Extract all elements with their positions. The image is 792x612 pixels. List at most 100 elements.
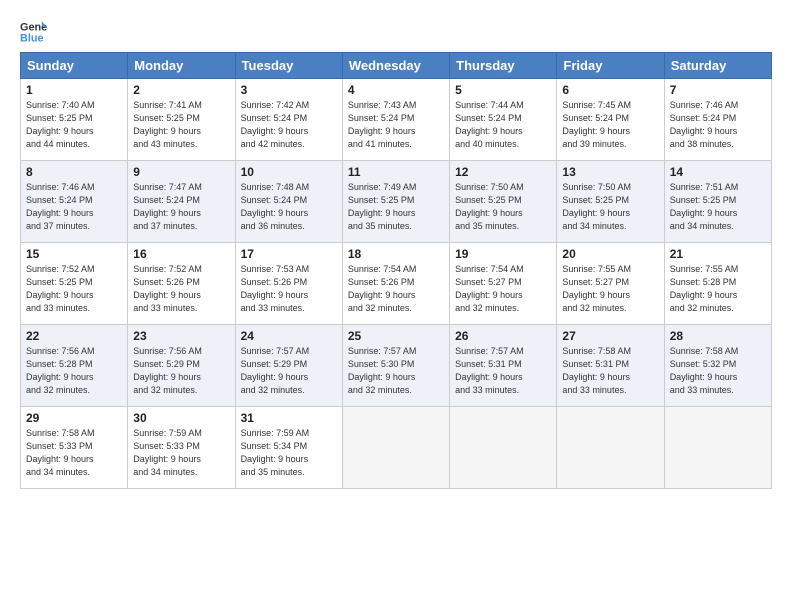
- day-number: 3: [241, 83, 337, 97]
- day-info: Sunrise: 7:59 AMSunset: 5:34 PMDaylight:…: [241, 427, 337, 479]
- weekday-header-friday: Friday: [557, 53, 664, 79]
- calendar-cell: 27 Sunrise: 7:58 AMSunset: 5:31 PMDayligh…: [557, 325, 664, 407]
- calendar-week-row: 22 Sunrise: 7:56 AMSunset: 5:28 PMDayligh…: [21, 325, 772, 407]
- calendar-cell: 28Sunrise: 7:58 AMSunset: 5:32 PMDayligh…: [664, 325, 771, 407]
- calendar-table: SundayMondayTuesdayWednesdayThursdayFrid…: [20, 52, 772, 489]
- calendar-cell: 25 Sunrise: 7:57 AMSunset: 5:30 PMDayligh…: [342, 325, 449, 407]
- day-number: 20: [562, 247, 658, 261]
- day-number: 13: [562, 165, 658, 179]
- calendar-cell: 7Sunrise: 7:46 AMSunset: 5:24 PMDaylight…: [664, 79, 771, 161]
- calendar-cell: 15 Sunrise: 7:52 AMSunset: 5:25 PMDayligh…: [21, 243, 128, 325]
- day-number: 8: [26, 165, 122, 179]
- day-number: 23: [133, 329, 229, 343]
- calendar-cell: [450, 407, 557, 489]
- logo: General Blue: [20, 18, 48, 46]
- day-number: 26: [455, 329, 551, 343]
- day-info: Sunrise: 7:57 AMSunset: 5:31 PMDaylight:…: [455, 345, 551, 397]
- calendar-week-row: 15 Sunrise: 7:52 AMSunset: 5:25 PMDayligh…: [21, 243, 772, 325]
- weekday-header-monday: Monday: [128, 53, 235, 79]
- day-number: 1: [26, 83, 122, 97]
- day-number: 12: [455, 165, 551, 179]
- calendar-cell: 1 Sunrise: 7:40 AMSunset: 5:25 PMDaylight…: [21, 79, 128, 161]
- logo-icon: General Blue: [20, 18, 48, 46]
- day-info: Sunrise: 7:55 AMSunset: 5:28 PMDaylight:…: [670, 263, 766, 315]
- calendar-cell: 13 Sunrise: 7:50 AMSunset: 5:25 PMDayligh…: [557, 161, 664, 243]
- weekday-header-row: SundayMondayTuesdayWednesdayThursdayFrid…: [21, 53, 772, 79]
- calendar-cell: 29 Sunrise: 7:58 AMSunset: 5:33 PMDayligh…: [21, 407, 128, 489]
- day-number: 27: [562, 329, 658, 343]
- weekday-header-wednesday: Wednesday: [342, 53, 449, 79]
- day-number: 28: [670, 329, 766, 343]
- day-number: 31: [241, 411, 337, 425]
- day-info: Sunrise: 7:53 AMSunset: 5:26 PMDaylight:…: [241, 263, 337, 315]
- day-info: Sunrise: 7:58 AMSunset: 5:33 PMDaylight:…: [26, 427, 122, 479]
- day-info: Sunrise: 7:54 AMSunset: 5:27 PMDaylight:…: [455, 263, 551, 315]
- day-info: Sunrise: 7:44 AMSunset: 5:24 PMDaylight:…: [455, 99, 551, 151]
- day-info: Sunrise: 7:57 AMSunset: 5:29 PMDaylight:…: [241, 345, 337, 397]
- day-info: Sunrise: 7:41 AMSunset: 5:25 PMDaylight:…: [133, 99, 229, 151]
- calendar-cell: [557, 407, 664, 489]
- calendar-cell: 5Sunrise: 7:44 AMSunset: 5:24 PMDaylight…: [450, 79, 557, 161]
- calendar-cell: 14Sunrise: 7:51 AMSunset: 5:25 PMDayligh…: [664, 161, 771, 243]
- day-info: Sunrise: 7:50 AMSunset: 5:25 PMDaylight:…: [455, 181, 551, 233]
- calendar-cell: 6 Sunrise: 7:45 AMSunset: 5:24 PMDaylight…: [557, 79, 664, 161]
- weekday-header-saturday: Saturday: [664, 53, 771, 79]
- calendar-cell: 24 Sunrise: 7:57 AMSunset: 5:29 PMDayligh…: [235, 325, 342, 407]
- day-info: Sunrise: 7:46 AMSunset: 5:24 PMDaylight:…: [26, 181, 122, 233]
- day-info: Sunrise: 7:57 AMSunset: 5:30 PMDaylight:…: [348, 345, 444, 397]
- calendar-cell: 20 Sunrise: 7:55 AMSunset: 5:27 PMDayligh…: [557, 243, 664, 325]
- day-info: Sunrise: 7:42 AMSunset: 5:24 PMDaylight:…: [241, 99, 337, 151]
- day-info: Sunrise: 7:47 AMSunset: 5:24 PMDaylight:…: [133, 181, 229, 233]
- calendar-cell: 12 Sunrise: 7:50 AMSunset: 5:25 PMDayligh…: [450, 161, 557, 243]
- calendar-cell: 22 Sunrise: 7:56 AMSunset: 5:28 PMDayligh…: [21, 325, 128, 407]
- calendar-cell: 11 Sunrise: 7:49 AMSunset: 5:25 PMDayligh…: [342, 161, 449, 243]
- day-number: 22: [26, 329, 122, 343]
- day-info: Sunrise: 7:40 AMSunset: 5:25 PMDaylight:…: [26, 99, 122, 151]
- day-number: 4: [348, 83, 444, 97]
- day-number: 24: [241, 329, 337, 343]
- calendar-cell: 18Sunrise: 7:54 AMSunset: 5:26 PMDayligh…: [342, 243, 449, 325]
- calendar-cell: 26 Sunrise: 7:57 AMSunset: 5:31 PMDayligh…: [450, 325, 557, 407]
- day-number: 25: [348, 329, 444, 343]
- calendar-cell: 23 Sunrise: 7:56 AMSunset: 5:29 PMDayligh…: [128, 325, 235, 407]
- weekday-header-sunday: Sunday: [21, 53, 128, 79]
- calendar-cell: 21 Sunrise: 7:55 AMSunset: 5:28 PMDayligh…: [664, 243, 771, 325]
- calendar-cell: 4 Sunrise: 7:43 AMSunset: 5:24 PMDaylight…: [342, 79, 449, 161]
- calendar-container: General Blue SundayMondayTuesdayWednesda…: [0, 0, 792, 499]
- calendar-cell: [664, 407, 771, 489]
- day-info: Sunrise: 7:59 AMSunset: 5:33 PMDaylight:…: [133, 427, 229, 479]
- svg-text:Blue: Blue: [20, 32, 44, 44]
- day-info: Sunrise: 7:43 AMSunset: 5:24 PMDaylight:…: [348, 99, 444, 151]
- day-number: 16: [133, 247, 229, 261]
- calendar-cell: 17 Sunrise: 7:53 AMSunset: 5:26 PMDayligh…: [235, 243, 342, 325]
- calendar-cell: 16Sunrise: 7:52 AMSunset: 5:26 PMDayligh…: [128, 243, 235, 325]
- day-number: 9: [133, 165, 229, 179]
- day-number: 15: [26, 247, 122, 261]
- day-number: 11: [348, 165, 444, 179]
- calendar-week-row: 8 Sunrise: 7:46 AMSunset: 5:24 PMDaylight…: [21, 161, 772, 243]
- day-number: 10: [241, 165, 337, 179]
- day-info: Sunrise: 7:45 AMSunset: 5:24 PMDaylight:…: [562, 99, 658, 151]
- calendar-cell: 31 Sunrise: 7:59 AMSunset: 5:34 PMDayligh…: [235, 407, 342, 489]
- day-info: Sunrise: 7:58 AMSunset: 5:31 PMDaylight:…: [562, 345, 658, 397]
- calendar-cell: 30Sunrise: 7:59 AMSunset: 5:33 PMDayligh…: [128, 407, 235, 489]
- day-info: Sunrise: 7:55 AMSunset: 5:27 PMDaylight:…: [562, 263, 658, 315]
- day-info: Sunrise: 7:52 AMSunset: 5:25 PMDaylight:…: [26, 263, 122, 315]
- day-number: 21: [670, 247, 766, 261]
- day-number: 29: [26, 411, 122, 425]
- day-info: Sunrise: 7:49 AMSunset: 5:25 PMDaylight:…: [348, 181, 444, 233]
- calendar-cell: 9 Sunrise: 7:47 AMSunset: 5:24 PMDaylight…: [128, 161, 235, 243]
- day-info: Sunrise: 7:50 AMSunset: 5:25 PMDaylight:…: [562, 181, 658, 233]
- day-info: Sunrise: 7:48 AMSunset: 5:24 PMDaylight:…: [241, 181, 337, 233]
- calendar-cell: 10 Sunrise: 7:48 AMSunset: 5:24 PMDayligh…: [235, 161, 342, 243]
- day-info: Sunrise: 7:51 AMSunset: 5:25 PMDaylight:…: [670, 181, 766, 233]
- day-info: Sunrise: 7:46 AMSunset: 5:24 PMDaylight:…: [670, 99, 766, 151]
- day-info: Sunrise: 7:56 AMSunset: 5:28 PMDaylight:…: [26, 345, 122, 397]
- weekday-header-thursday: Thursday: [450, 53, 557, 79]
- day-number: 19: [455, 247, 551, 261]
- day-number: 17: [241, 247, 337, 261]
- calendar-cell: 19 Sunrise: 7:54 AMSunset: 5:27 PMDayligh…: [450, 243, 557, 325]
- day-info: Sunrise: 7:56 AMSunset: 5:29 PMDaylight:…: [133, 345, 229, 397]
- day-number: 6: [562, 83, 658, 97]
- day-info: Sunrise: 7:54 AMSunset: 5:26 PMDaylight:…: [348, 263, 444, 315]
